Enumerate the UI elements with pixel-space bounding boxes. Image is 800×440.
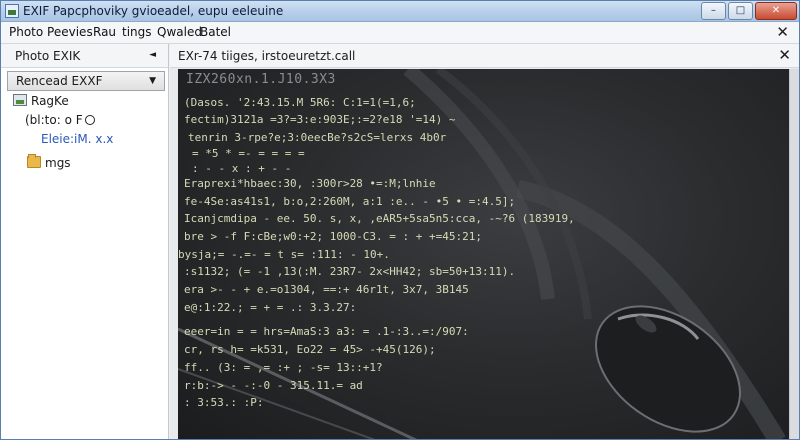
exif-line: fectim)3121a =3?=3:e:903E;:=2?e18 '=14) …: [184, 113, 456, 126]
exif-source-dropdown[interactable]: Rencead EXXF ▼: [7, 71, 165, 91]
tree-item-ragke[interactable]: RagKe: [13, 94, 69, 108]
main-header-label: EXr-74 tiiges, irstoeuretzt.call: [178, 49, 356, 63]
tree-item-blto[interactable]: (bl:to: o F: [25, 113, 95, 127]
exif-line: cr, rs h= =k531, Eo22 = 45> -+45(126);: [184, 343, 436, 356]
collapse-arrow-icon[interactable]: ◄: [149, 50, 156, 60]
exif-line: tenrin 3-rpe?e;3:0eecBe?s2cS=lerxs 4b0r: [188, 131, 447, 144]
exif-line: r:b:-> - -:-0 - 315.11.= ad: [184, 379, 363, 392]
exif-line: bysja;= -.=- = t s= :111: - 10+.: [178, 248, 390, 261]
minimize-button[interactable]: –: [701, 2, 726, 20]
vertical-scrollbar[interactable]: [789, 69, 799, 439]
exif-main-panel: EXr-74 tiiges, irstoeuretzt.call ✕ IZX26…: [170, 44, 799, 439]
main-header: EXr-74 tiiges, irstoeuretzt.call ✕: [170, 44, 799, 68]
menu-batel[interactable]: Batel: [200, 25, 231, 39]
menu-rau[interactable]: Rau: [93, 25, 116, 39]
exif-line: : 3:53.: :P:: [184, 396, 264, 409]
exif-line: : - - x : + - -: [192, 162, 292, 175]
exif-line: Eraprexi*hbaec:30, :300r>28 •=:M;lnhie: [184, 177, 436, 190]
folder-icon: [27, 154, 41, 168]
exif-line: (Dasos. '2:43.15.M 5R6: C:1=1(=1,6;: [184, 96, 416, 109]
menubar-close-icon[interactable]: ✕: [776, 23, 789, 41]
menu-photo-peevies[interactable]: Photo Peevies: [9, 25, 93, 39]
menu-tings[interactable]: tings: [122, 25, 152, 39]
circle-icon: [84, 115, 95, 125]
tree-item-eleie[interactable]: Eleie:iM. x.x: [41, 132, 113, 146]
sidebar-header: Photo EXIK ◄: [1, 44, 168, 68]
tree-item-label: mgs: [45, 156, 71, 170]
menu-bar: Photo Peevies Rau tings Qwaled Batel ✕: [1, 22, 799, 44]
maximize-button[interactable]: □: [728, 2, 753, 20]
app-photo-icon: [5, 4, 19, 18]
tree-item-mgs[interactable]: mgs: [27, 154, 71, 170]
title-bar[interactable]: EXIF Papcphoviky gvioeadel, eupu eeleuin…: [1, 1, 799, 22]
photo-preview: IZX260xn.1.J10.3X3 (Dasos. '2:43.15.M 5R…: [178, 69, 792, 439]
chevron-down-icon: ▼: [149, 76, 156, 86]
exif-line: fe-4Se:as41s1, b:o,2:260M, a:1 :e.. - •5…: [184, 195, 516, 208]
tree-item-label: Eleie:iM. x.x: [41, 132, 114, 146]
sidebar-header-label: Photo EXIK: [15, 49, 81, 63]
exif-line: Icanjcmdipa - ee. 50. s, x, ,eAR5+5sa5n5…: [184, 212, 575, 225]
tree-item-label: RagKe: [31, 94, 69, 108]
panel-close-icon[interactable]: ✕: [778, 46, 791, 64]
exif-sidebar: Photo EXIK ◄ Rencead EXXF ▼ RagKe (bl:to…: [1, 44, 169, 439]
menu-qwaled[interactable]: Qwaled: [157, 25, 202, 39]
exif-line: e@:1:22.; = + = .: 3.3.27:: [184, 301, 357, 314]
exif-line: eeer=in = = hrs=AmaS:3 a3: = .1-:3..=:/9…: [184, 325, 469, 338]
tree-item-label: (bl:to: o F: [25, 113, 83, 127]
exif-line: era >- - + e.=o1304, ==:+ 46r1t, 3x7, 3B…: [184, 283, 469, 296]
window-title: EXIF Papcphoviky gvioeadel, eupu eeleuin…: [23, 4, 284, 18]
photo-filename-overlay: IZX260xn.1.J10.3X3: [186, 72, 336, 87]
exif-line: :s1132; (= -1 ,13(:M. 23R7- 2x<HH42; sb=…: [184, 265, 516, 278]
dropdown-selected-value: Rencead EXXF: [16, 74, 103, 88]
close-button[interactable]: ✕: [755, 2, 797, 20]
exif-line: bre > -f F:cBe;w0:+2; 1000-C3. = : + +=4…: [184, 230, 483, 243]
exif-line: = *5 * =- = = = =: [192, 147, 305, 160]
exif-line: ff.. (3: = ,= :+ ; -s= 13::+1?: [184, 361, 383, 374]
image-icon: [13, 94, 27, 106]
app-window: EXIF Papcphoviky gvioeadel, eupu eeleuin…: [0, 0, 800, 440]
